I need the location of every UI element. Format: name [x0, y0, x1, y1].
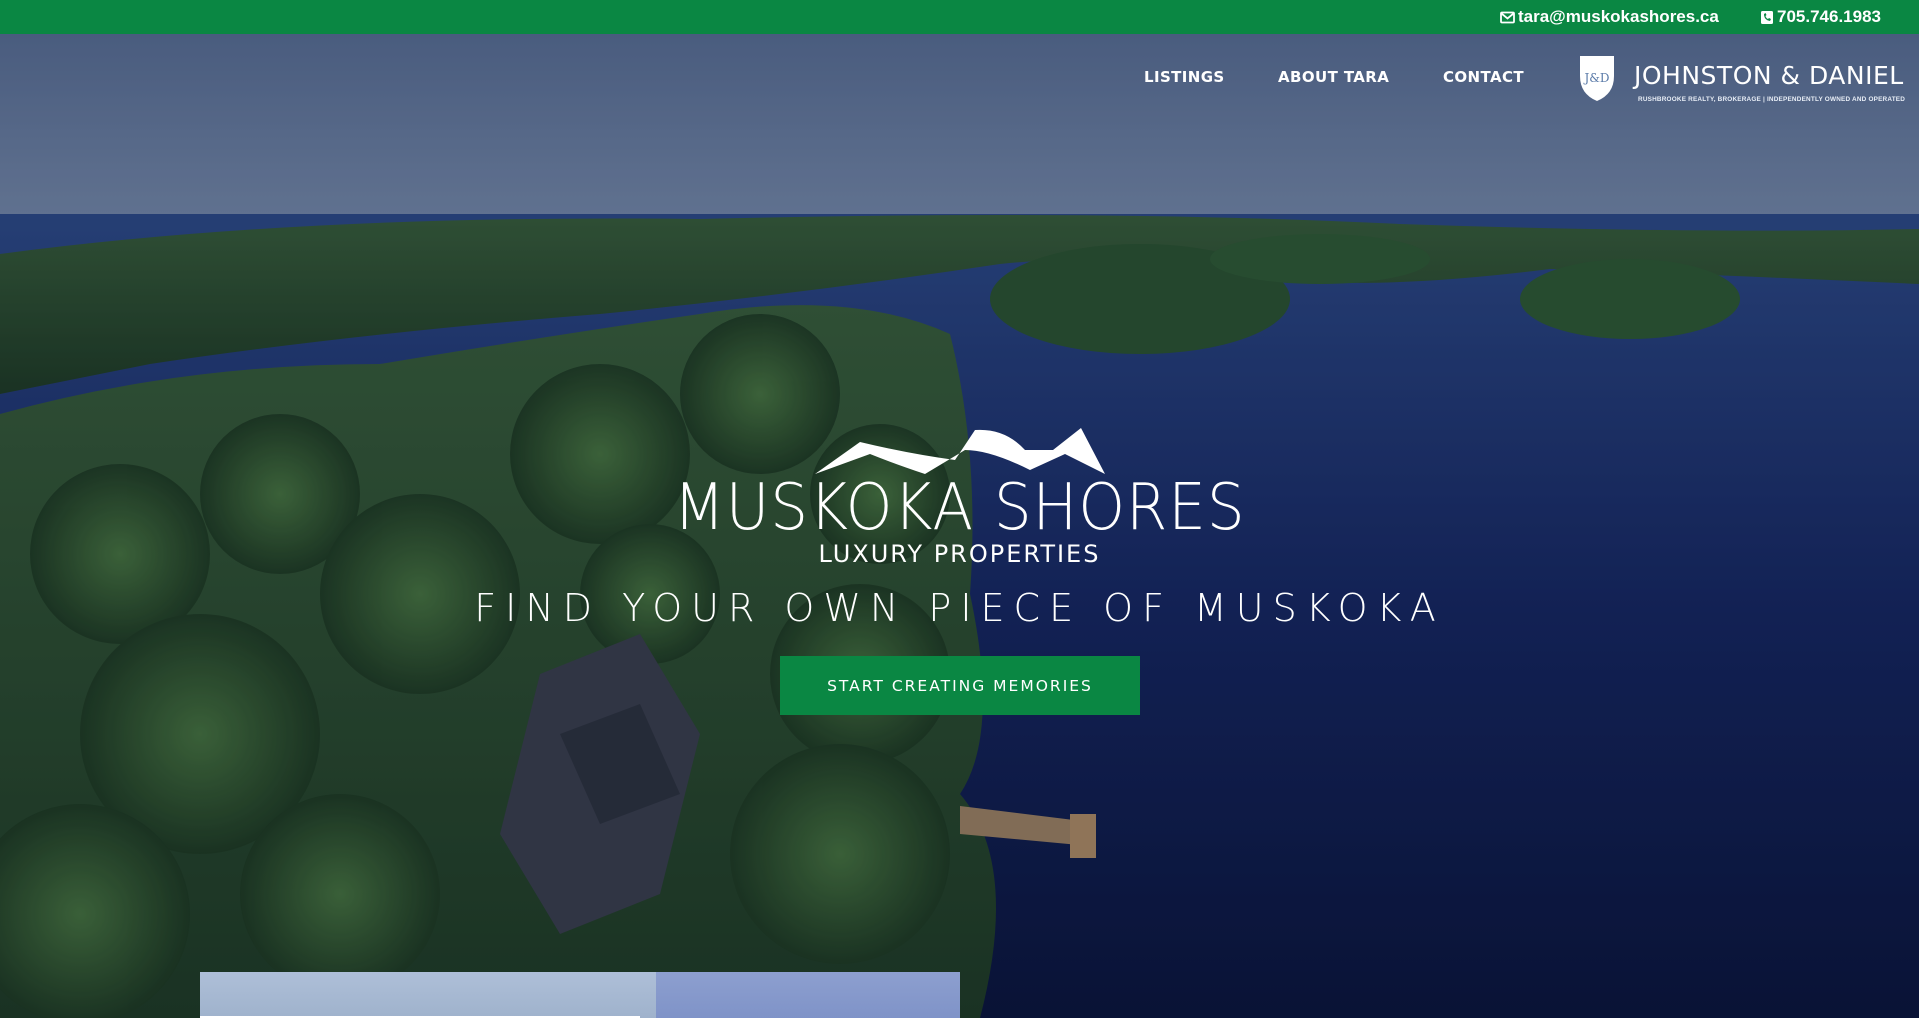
brokerage-monogram: J&D [1582, 71, 1609, 85]
mountain-logo-icon [815, 428, 1105, 474]
phone-text: 705.746.1983 [1777, 7, 1881, 26]
brokerage-tagline: RUSHBROOKE REALTY, BROKERAGE | INDEPENDE… [1638, 96, 1906, 103]
preview-image-right [656, 972, 960, 1018]
start-creating-memories-button[interactable]: START CREATING MEMORIES [780, 656, 1140, 715]
top-contact-bar: tara@muskokashores.ca 705.746.1983 [0, 0, 1919, 34]
email-link[interactable]: tara@muskokashores.ca [1500, 0, 1719, 34]
preview-image-left [200, 972, 656, 1018]
phone-link[interactable]: 705.746.1983 [1760, 0, 1881, 34]
email-text: tara@muskokashores.ca [1518, 7, 1719, 26]
brokerage-logo[interactable]: J&D JOHNSTON & DANIEL RUSHBROOKE REALTY,… [1576, 54, 1905, 104]
shield-logo-icon: J&D [1580, 56, 1614, 101]
nav-listings-link[interactable]: LISTINGS [1144, 68, 1225, 86]
brand-title: MUSKOKA SHORES [673, 471, 1246, 545]
nav-contact-link[interactable]: CONTACT [1443, 68, 1524, 86]
nav-about-link[interactable]: ABOUT TARA [1278, 68, 1389, 86]
envelope-icon [1500, 11, 1515, 23]
brokerage-name: JOHNSTON & DANIEL [1634, 61, 1904, 90]
brand-subtitle: LUXURY PROPERTIES [818, 540, 1101, 568]
hero-tagline: FIND YOUR OWN PIECE OF MUSKOKA [474, 586, 1445, 630]
featured-preview-panel[interactable] [200, 972, 960, 1018]
phone-icon [1761, 10, 1773, 24]
